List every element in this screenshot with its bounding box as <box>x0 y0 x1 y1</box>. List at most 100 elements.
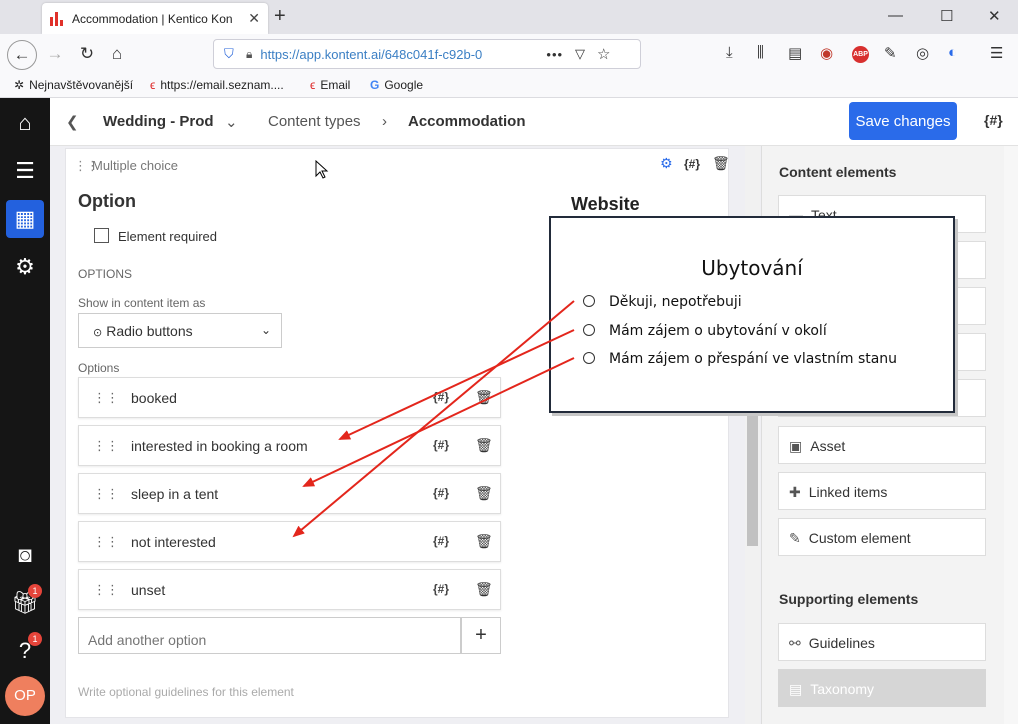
sidebar-toggle-icon[interactable]: ▤ <box>788 44 802 62</box>
new-tab-icon[interactable]: + <box>274 5 286 28</box>
delete-option-icon[interactable]: 🗑︎ <box>475 389 493 406</box>
shield-icon[interactable]: ⛉ <box>224 46 238 62</box>
lock-icon[interactable]: 🔒︎ <box>246 47 252 62</box>
delete-option-icon[interactable]: 🗑︎ <box>475 485 493 502</box>
project-name[interactable]: Wedding - Prod <box>103 113 214 130</box>
show-as-select[interactable]: ⊙ Radio buttons ⌄ <box>78 313 282 348</box>
menu-icon[interactable]: ☰ <box>990 44 1003 62</box>
chat-nav-icon[interactable]: ◙ <box>6 536 44 574</box>
project-dropdown-icon[interactable]: ⌄ <box>225 113 238 131</box>
close-tab-icon[interactable]: ✕ <box>248 10 260 27</box>
reload-icon[interactable]: ↻ <box>74 42 100 66</box>
mouse-cursor-icon <box>315 160 329 179</box>
content-model-nav-icon[interactable]: ▦ <box>6 200 44 238</box>
more-icon[interactable]: ••• <box>546 47 563 62</box>
option-text[interactable]: sleep in a tent <box>131 486 218 502</box>
radio-icon: ⊙ <box>93 327 103 339</box>
content-nav-icon[interactable]: ☰ <box>6 152 44 190</box>
forward-icon[interactable]: → <box>42 42 68 66</box>
option-text[interactable]: not interested <box>131 534 216 550</box>
drag-handle-icon[interactable]: ⋮⋮ <box>93 438 119 454</box>
pocket-icon[interactable]: ▽ <box>575 46 585 62</box>
option-codename-icon[interactable]: {#} <box>433 486 449 500</box>
adblock-icon[interactable]: ABP <box>852 46 869 63</box>
element-taxonomy[interactable]: ▤ Taxonomy <box>778 669 986 707</box>
element-label: Guidelines <box>808 635 875 651</box>
option-row[interactable]: ⋮⋮ booked {#} 🗑︎ <box>78 377 501 418</box>
option-row[interactable]: ⋮⋮ unset {#} 🗑︎ <box>78 569 501 610</box>
element-settings-icon[interactable]: ⚙ <box>660 155 673 172</box>
minimize-icon[interactable]: — <box>888 7 903 24</box>
scroll-thumb[interactable] <box>747 416 758 546</box>
preview-option: Mám zájem o přespání ve vlastním stanu <box>583 351 897 367</box>
download-icon[interactable]: ⤓ <box>726 44 733 61</box>
website-label: Website <box>571 194 640 214</box>
option-row[interactable]: ⋮⋮ sleep in a tent {#} 🗑︎ <box>78 473 501 514</box>
bookmark-label: Nejnavštěvovanější <box>29 78 134 92</box>
codename-button[interactable]: {#} <box>984 112 1003 128</box>
element-name[interactable]: Option <box>78 191 136 212</box>
home-icon[interactable]: ⌂ <box>104 42 130 66</box>
back-chevron-icon[interactable]: ❮ <box>66 113 79 131</box>
delete-element-icon[interactable]: 🗑︎ <box>712 155 730 172</box>
bookmark-seznam[interactable]: ϵ https://email.seznam.... <box>150 78 284 92</box>
element-codename-icon[interactable]: {#} <box>684 157 700 171</box>
save-changes-button[interactable]: Save changes <box>849 102 957 140</box>
option-codename-icon[interactable]: {#} <box>433 582 449 596</box>
bookmark-most-visited[interactable]: ✲ Nejnavštěvovanější <box>14 78 133 92</box>
extension-icon[interactable]: ◉ <box>820 44 833 62</box>
right-panel-scrollbar[interactable] <box>1004 146 1018 724</box>
bookmark-star-icon[interactable]: ☆ <box>597 45 610 63</box>
email-icon: ϵ <box>310 78 316 92</box>
account-icon[interactable]: ◎ <box>916 44 929 62</box>
eyedropper-icon[interactable]: ✎ <box>884 44 897 62</box>
drag-handle-icon[interactable]: ⋮⋮ <box>93 390 119 406</box>
add-option-input[interactable] <box>78 617 461 654</box>
grammarly-icon[interactable]: ◐ <box>948 44 957 61</box>
option-text[interactable]: unset <box>131 582 165 598</box>
browser-tab[interactable]: Accommodation | Kentico Kon ✕ <box>42 3 268 34</box>
library-icon[interactable]: ⫼ <box>757 44 764 61</box>
element-label: Asset <box>810 438 846 454</box>
home-nav-icon[interactable]: ⌂ <box>6 104 44 142</box>
element-label: Taxonomy <box>810 681 875 697</box>
option-row[interactable]: ⋮⋮ not interested {#} 🗑︎ <box>78 521 501 562</box>
breadcrumb-separator-icon: › <box>382 113 387 130</box>
option-codename-icon[interactable]: {#} <box>433 534 449 548</box>
seznam-icon: ϵ <box>150 78 156 92</box>
app-sidebar: ⌂ ☰ ▦ ⚙ ◙ 🎁︎ 1 ? 1 OP <box>0 98 50 724</box>
option-text[interactable]: booked <box>131 390 177 406</box>
element-required-checkbox[interactable] <box>94 228 109 243</box>
delete-option-icon[interactable]: 🗑︎ <box>475 533 493 550</box>
add-option-button[interactable]: + <box>461 617 501 654</box>
back-icon[interactable]: ← <box>7 40 37 70</box>
breadcrumb-content-types[interactable]: Content types <box>268 113 361 130</box>
guidelines-placeholder[interactable]: Write optional guidelines for this eleme… <box>78 685 294 699</box>
option-row[interactable]: ⋮⋮ interested in booking a room {#} 🗑︎ <box>78 425 501 466</box>
close-window-icon[interactable]: ✕ <box>988 7 1001 25</box>
element-asset[interactable]: ▣ Asset <box>778 426 986 464</box>
element-required-label[interactable]: Element required <box>118 229 217 244</box>
image-icon: ▣ <box>789 438 803 454</box>
drag-handle-icon[interactable]: ⋮⋮ <box>93 486 119 502</box>
element-linked-items[interactable]: ✚ Linked items <box>778 472 986 510</box>
maximize-icon[interactable]: ☐ <box>940 7 953 25</box>
bookmark-email[interactable]: ϵ Email <box>310 78 350 92</box>
option-codename-icon[interactable]: {#} <box>433 438 449 452</box>
element-guidelines[interactable]: ⚯ Guidelines <box>778 623 986 661</box>
bookmark-google[interactable]: G Google <box>370 78 423 92</box>
element-custom[interactable]: ✎ Custom element <box>778 518 986 556</box>
url-bar[interactable]: ⛉ 🔒︎ https://app.kontent.ai/648c041f-c92… <box>213 39 641 69</box>
settings-nav-icon[interactable]: ⚙ <box>6 248 44 286</box>
option-codename-icon[interactable]: {#} <box>433 390 449 404</box>
supporting-elements-heading: Supporting elements <box>779 591 919 607</box>
taxonomy-icon: ▤ <box>789 681 803 697</box>
drag-handle-icon[interactable]: ⋮⋮ <box>93 582 119 598</box>
preview-option: Děkuji, nepotřebuji <box>583 294 742 310</box>
option-text[interactable]: interested in booking a room <box>131 438 308 454</box>
delete-option-icon[interactable]: 🗑︎ <box>475 437 493 454</box>
preview-option-text: Mám zájem o ubytování v okolí <box>609 323 827 339</box>
drag-handle-icon[interactable]: ⋮⋮ <box>93 534 119 550</box>
delete-option-icon[interactable]: 🗑︎ <box>475 581 493 598</box>
avatar[interactable]: OP <box>5 676 45 716</box>
